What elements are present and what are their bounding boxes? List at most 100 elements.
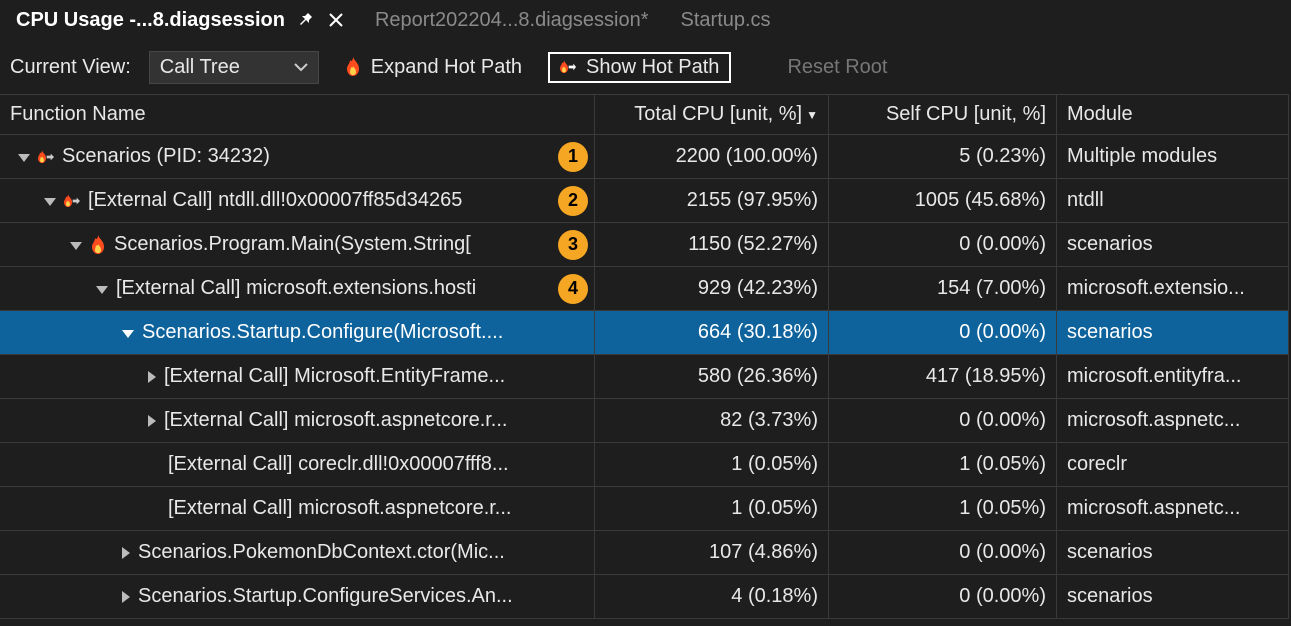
reset-root-button[interactable]: Reset Root <box>775 52 899 83</box>
view-dropdown[interactable]: Call Tree <box>149 51 319 84</box>
tab-label: Startup.cs <box>681 9 771 32</box>
expand-hot-path-label: Expand Hot Path <box>371 56 522 79</box>
expander-placeholder <box>148 503 160 515</box>
callout-badge: 4 <box>558 274 588 304</box>
expand-icon[interactable] <box>122 591 130 603</box>
flame-arrow-icon <box>560 57 576 77</box>
module-cell: coreclr <box>1057 443 1289 487</box>
module-cell: microsoft.aspnetc... <box>1057 399 1289 443</box>
column-header-module[interactable]: Module <box>1057 94 1289 135</box>
total-cpu-cell: 2155 (97.95%) <box>595 179 829 223</box>
view-dropdown-value: Call Tree <box>160 56 240 79</box>
column-header-self-cpu[interactable]: Self CPU [unit, %] <box>829 94 1057 135</box>
self-cpu-cell: 0 (0.00%) <box>829 399 1057 443</box>
total-cpu-cell: 107 (4.86%) <box>595 531 829 575</box>
function-name-cell[interactable]: Scenarios.PokemonDbContext.ctor(Mic... <box>0 531 595 575</box>
total-cpu-cell: 664 (30.18%) <box>595 311 829 355</box>
function-name-text: [External Call] ntdll.dll!0x00007ff85d34… <box>88 189 584 212</box>
reset-root-label: Reset Root <box>787 56 887 79</box>
close-icon[interactable] <box>329 13 343 27</box>
flame-icon <box>90 235 114 255</box>
function-name-text: [External Call] coreclr.dll!0x00007fff8.… <box>168 453 584 476</box>
self-cpu-cell: 0 (0.00%) <box>829 575 1057 619</box>
callout-badge: 3 <box>558 230 588 260</box>
expand-icon[interactable] <box>148 371 156 383</box>
collapse-icon[interactable] <box>96 286 108 294</box>
flame-icon <box>345 57 361 77</box>
self-cpu-cell: 1005 (45.68%) <box>829 179 1057 223</box>
function-name-cell[interactable]: [External Call] microsoft.extensions.hos… <box>0 267 595 311</box>
flame-arrow-icon <box>38 147 62 167</box>
function-name-cell[interactable]: Scenarios.Startup.Configure(Microsoft...… <box>0 311 595 355</box>
external-call-prefix: [External Call] <box>168 497 298 519</box>
collapse-icon[interactable] <box>70 242 82 250</box>
total-cpu-cell: 2200 (100.00%) <box>595 135 829 179</box>
expand-hot-path-button[interactable]: Expand Hot Path <box>333 52 534 83</box>
total-cpu-cell: 4 (0.18%) <box>595 575 829 619</box>
module-cell: microsoft.aspnetc... <box>1057 487 1289 531</box>
total-cpu-cell: 1150 (52.27%) <box>595 223 829 267</box>
function-name-text: [External Call] microsoft.aspnetcore.r..… <box>164 409 584 432</box>
function-name-cell[interactable]: [External Call] Microsoft.EntityFrame... <box>0 355 595 399</box>
external-call-prefix: [External Call] <box>88 189 218 211</box>
function-name-text: [External Call] microsoft.aspnetcore.r..… <box>168 497 584 520</box>
module-cell: microsoft.extensio... <box>1057 267 1289 311</box>
module-cell: scenarios <box>1057 575 1289 619</box>
total-cpu-cell: 1 (0.05%) <box>595 443 829 487</box>
self-cpu-cell: 0 (0.00%) <box>829 311 1057 355</box>
chevron-down-icon <box>294 62 308 72</box>
function-name-cell[interactable]: Scenarios.Program.Main(System.String[3 <box>0 223 595 267</box>
function-name-cell[interactable]: [External Call] ntdll.dll!0x00007ff85d34… <box>0 179 595 223</box>
callout-badge: 2 <box>558 186 588 216</box>
pin-icon[interactable] <box>299 12 315 28</box>
function-name-cell[interactable]: Scenarios.Startup.ConfigureServices.An..… <box>0 575 595 619</box>
toolbar: Current View: Call Tree Expand Hot Path … <box>0 40 1291 94</box>
column-header-total-cpu[interactable]: Total CPU [unit, %] ▼ <box>595 94 829 135</box>
function-name-cell[interactable]: [External Call] coreclr.dll!0x00007fff8.… <box>0 443 595 487</box>
flame-arrow-icon <box>64 191 88 211</box>
module-cell: Multiple modules <box>1057 135 1289 179</box>
function-name-text: Scenarios.Startup.Configure(Microsoft...… <box>142 321 584 344</box>
function-name-cell[interactable]: [External Call] microsoft.aspnetcore.r..… <box>0 487 595 531</box>
column-header-function[interactable]: Function Name <box>0 94 595 135</box>
expand-icon[interactable] <box>122 547 130 559</box>
function-name-text: [External Call] Microsoft.EntityFrame... <box>164 365 584 388</box>
external-call-prefix: [External Call] <box>164 409 294 431</box>
self-cpu-cell: 5 (0.23%) <box>829 135 1057 179</box>
module-cell: scenarios <box>1057 223 1289 267</box>
function-name-text: Scenarios.Program.Main(System.String[ <box>114 233 584 256</box>
self-cpu-cell: 1 (0.05%) <box>829 443 1057 487</box>
current-view-label: Current View: <box>10 56 131 79</box>
show-hot-path-button[interactable]: Show Hot Path <box>548 52 731 83</box>
collapse-icon[interactable] <box>18 154 30 162</box>
external-call-prefix: [External Call] <box>168 453 298 475</box>
tab-inactive[interactable]: Report202204...8.diagsession* <box>359 0 665 40</box>
external-call-prefix: [External Call] <box>116 277 246 299</box>
self-cpu-cell: 0 (0.00%) <box>829 531 1057 575</box>
tab-active[interactable]: CPU Usage -...8.diagsession <box>0 0 359 40</box>
sort-desc-icon: ▼ <box>806 108 818 122</box>
expander-placeholder <box>148 459 160 471</box>
external-call-prefix: [External Call] <box>164 365 294 387</box>
tab-inactive[interactable]: Startup.cs <box>665 0 787 40</box>
collapse-icon[interactable] <box>122 330 134 338</box>
module-cell: microsoft.entityfra... <box>1057 355 1289 399</box>
expand-icon[interactable] <box>148 415 156 427</box>
collapse-icon[interactable] <box>44 198 56 206</box>
tab-label: Report202204...8.diagsession* <box>375 9 649 32</box>
function-name-text: Scenarios.PokemonDbContext.ctor(Mic... <box>138 541 584 564</box>
show-hot-path-label: Show Hot Path <box>586 56 719 79</box>
total-cpu-cell: 1 (0.05%) <box>595 487 829 531</box>
function-name-text: [External Call] microsoft.extensions.hos… <box>116 277 584 300</box>
tab-label: CPU Usage -...8.diagsession <box>16 9 285 32</box>
total-cpu-cell: 82 (3.73%) <box>595 399 829 443</box>
self-cpu-cell: 0 (0.00%) <box>829 223 1057 267</box>
function-name-cell[interactable]: [External Call] microsoft.aspnetcore.r..… <box>0 399 595 443</box>
callout-badge: 1 <box>558 142 588 172</box>
module-cell: scenarios <box>1057 311 1289 355</box>
self-cpu-cell: 417 (18.95%) <box>829 355 1057 399</box>
function-name-cell[interactable]: Scenarios (PID: 34232)1 <box>0 135 595 179</box>
tab-bar: CPU Usage -...8.diagsession Report202204… <box>0 0 1291 40</box>
function-name-text: Scenarios (PID: 34232) <box>62 145 584 168</box>
cpu-grid: Function Name Total CPU [unit, %] ▼ Self… <box>0 94 1291 619</box>
